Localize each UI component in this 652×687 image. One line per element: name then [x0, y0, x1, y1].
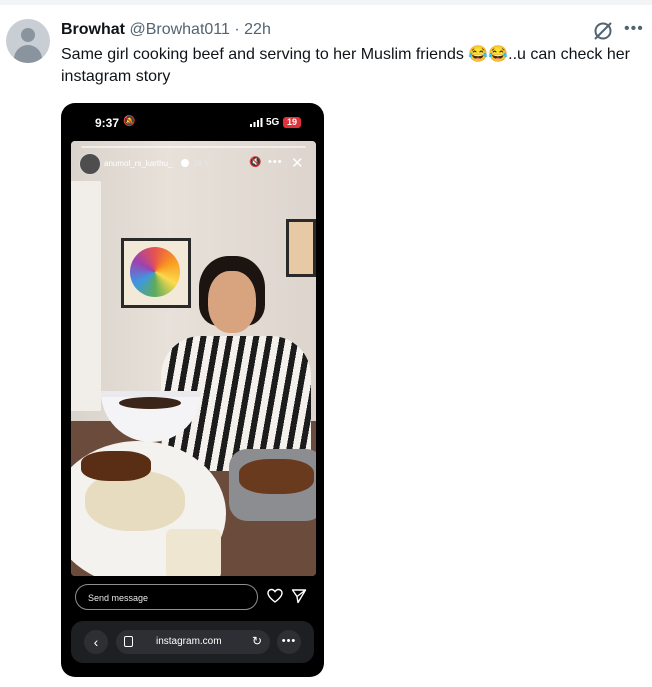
top-divider	[0, 0, 652, 5]
tweet-text: Same girl cooking beef and serving to he…	[61, 46, 630, 85]
author-name[interactable]: Browhat	[61, 21, 125, 38]
grok-icon[interactable]	[592, 20, 614, 42]
send-icon[interactable]	[291, 588, 307, 604]
story-doorway	[71, 181, 101, 411]
more-horizontal-icon[interactable]: •••	[624, 20, 644, 38]
attached-screenshot[interactable]: 9:37 🔕 5G 19 anumol_rs_karthu_ 18 h 🔇 ••…	[61, 103, 324, 677]
bowl-food	[119, 397, 181, 409]
author-avatar[interactable]	[6, 19, 50, 63]
phone-status-bar: 9:37 🔕 5G 19	[61, 103, 324, 141]
address-url: instagram.com	[156, 636, 222, 647]
address-bar[interactable]: instagram.com ↻	[116, 630, 270, 654]
person-face	[208, 271, 256, 333]
story-close-icon[interactable]: ✕	[291, 154, 304, 172]
story-time: 18 h	[193, 159, 209, 168]
avatar-body-shape	[14, 45, 42, 63]
tabs-icon[interactable]	[124, 636, 133, 647]
send-message-placeholder: Send message	[88, 593, 149, 603]
mute-icon[interactable]: 🔇	[249, 157, 261, 168]
wall-poster-right	[286, 219, 316, 277]
bell-muted-icon: 🔕	[123, 116, 136, 127]
battery-level: 19	[283, 117, 302, 128]
avatar-head-shape	[21, 28, 35, 42]
signal-icon	[250, 118, 263, 127]
browser-bar: ‹ instagram.com ↻ •••	[71, 621, 314, 663]
heart-icon[interactable]	[267, 588, 283, 604]
story-user-avatar[interactable]	[79, 153, 101, 175]
network-type: 5G	[266, 117, 280, 128]
tweet-time[interactable]: 22h	[244, 21, 271, 38]
plate-meat	[81, 451, 151, 481]
browser-more-icon[interactable]: •••	[277, 630, 301, 654]
pot-food	[239, 459, 314, 494]
drink-glass	[166, 529, 221, 576]
status-time: 9:37	[95, 116, 120, 130]
back-icon[interactable]: ‹	[84, 630, 108, 654]
send-message-input[interactable]: Send message	[75, 584, 258, 610]
story-image: anumol_rs_karthu_ 18 h 🔇 ••• ✕	[71, 141, 316, 576]
wall-poster	[121, 238, 191, 308]
verified-badge-icon	[181, 159, 189, 167]
reload-icon[interactable]: ↻	[252, 634, 262, 648]
story-more-icon[interactable]: •••	[268, 156, 283, 168]
header-separator: ·	[234, 21, 240, 38]
story-header: anumol_rs_karthu_ 18 h 🔇 ••• ✕	[71, 153, 316, 179]
author-handle[interactable]: @Browhat011	[129, 21, 229, 38]
story-username[interactable]: anumol_rs_karthu_	[104, 159, 172, 168]
story-progress-bar	[81, 146, 306, 148]
tweet-header: Browhat @Browhat011 · 22h	[61, 21, 271, 39]
